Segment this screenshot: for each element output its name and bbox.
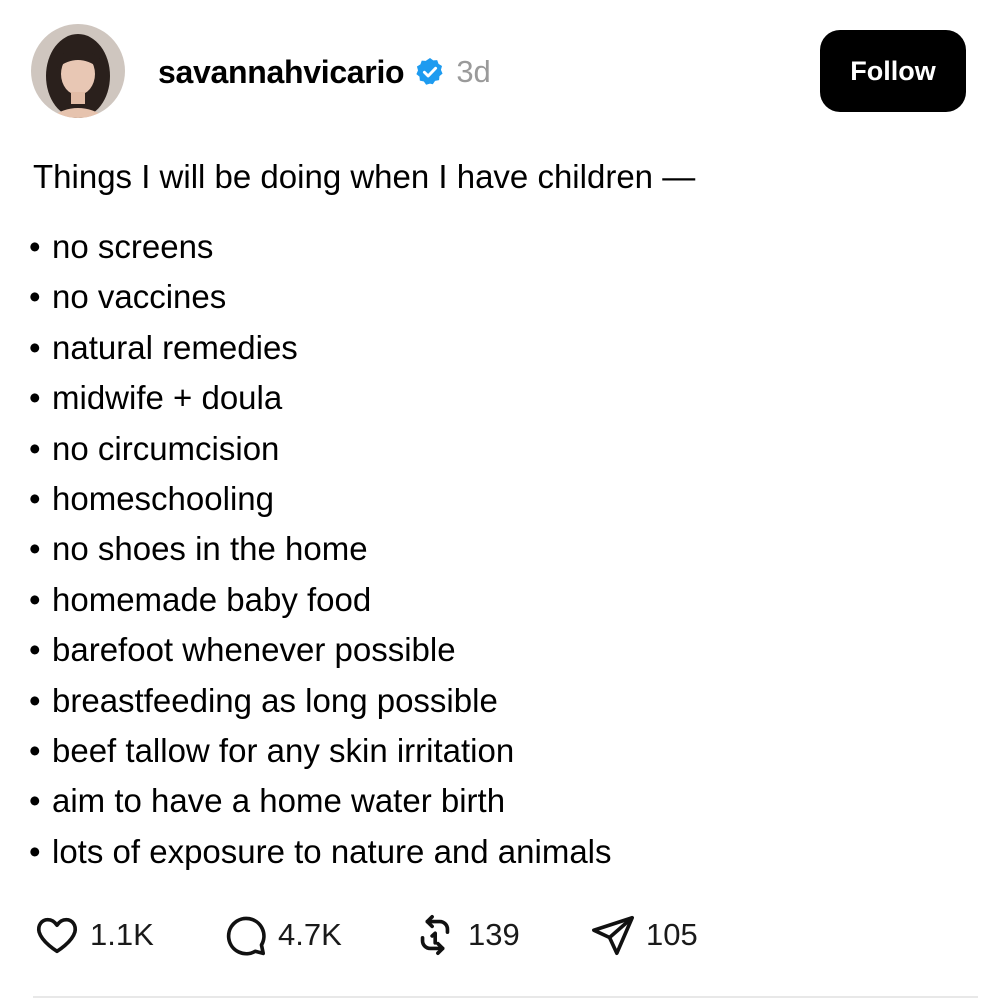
repost-button[interactable]: 139 [412,912,590,958]
list-item: • no screens [29,226,612,276]
bullet: • [29,832,41,870]
list-item-text: beef tallow for any skin irritation [52,731,515,769]
bullet: • [29,379,41,417]
list-item: • homeschooling [29,478,612,528]
like-count: 1.1K [90,917,154,952]
comment-count: 4.7K [278,917,342,952]
list-item-text: no vaccines [52,278,227,316]
bullet: • [29,479,41,517]
bullet: • [29,631,41,669]
list-item: • beef tallow for any skin irritation [29,730,612,780]
post-title: Things I will be doing when I have child… [33,158,696,195]
divider [33,996,978,998]
avatar-image [31,24,125,118]
bullet: • [29,429,41,467]
list-item: • no circumcision [29,428,612,478]
repost-icon [420,914,450,956]
list-item: • homemade baby food [29,579,612,629]
list-item: • lots of exposure to nature and animals [29,831,612,881]
share-button[interactable]: 105 [590,912,698,958]
post-header: savannahvicario 3d [158,50,491,94]
repost-count: 139 [468,917,520,952]
bullet: • [29,681,41,719]
post-bullet-list: • no screens • no vaccines • natural remedi… [29,226,612,881]
comment-bubble-icon [226,916,266,956]
list-item-text: lots of exposure to nature and animals [52,832,612,870]
list-item-text: no shoes in the home [52,530,368,568]
like-button[interactable]: 1.1K [34,912,222,958]
bullet: • [29,228,41,265]
list-item-text: homemade baby food [52,580,372,618]
post-actions: 1.1K 4.7K 139 105 [34,912,698,958]
list-item-text: natural remedies [52,328,298,366]
share-count: 105 [646,917,698,952]
list-item-text: no screens [52,228,214,265]
timestamp: 3d [456,54,491,89]
list-item-text: no circumcision [52,429,280,467]
list-item: • no shoes in the home [29,528,612,578]
heart-icon [36,917,78,954]
send-icon [592,915,634,956]
bullet: • [29,782,41,820]
list-item: • aim to have a home water birth [29,780,612,830]
list-item-text: breastfeeding as long possible [52,681,498,719]
bullet: • [29,328,41,366]
verified-badge-icon [414,56,446,88]
bullet: • [29,278,41,316]
bullet: • [29,731,41,769]
list-item-text: barefoot whenever possible [52,631,456,669]
follow-button[interactable]: Follow [820,30,966,112]
list-item: • barefoot whenever possible [29,629,612,679]
comment-button[interactable]: 4.7K [222,912,412,958]
list-item: • natural remedies [29,327,612,377]
username[interactable]: savannahvicario [158,54,405,91]
list-item: • midwife + doula [29,377,612,427]
list-item-text: homeschooling [52,479,274,517]
avatar[interactable] [31,24,125,118]
list-item: • breastfeeding as long possible [29,680,612,730]
list-item: • no vaccines [29,276,612,326]
list-item-text: midwife + doula [52,379,283,417]
bullet: • [29,580,41,618]
bullet: • [29,530,41,568]
list-item-text: aim to have a home water birth [52,782,506,820]
